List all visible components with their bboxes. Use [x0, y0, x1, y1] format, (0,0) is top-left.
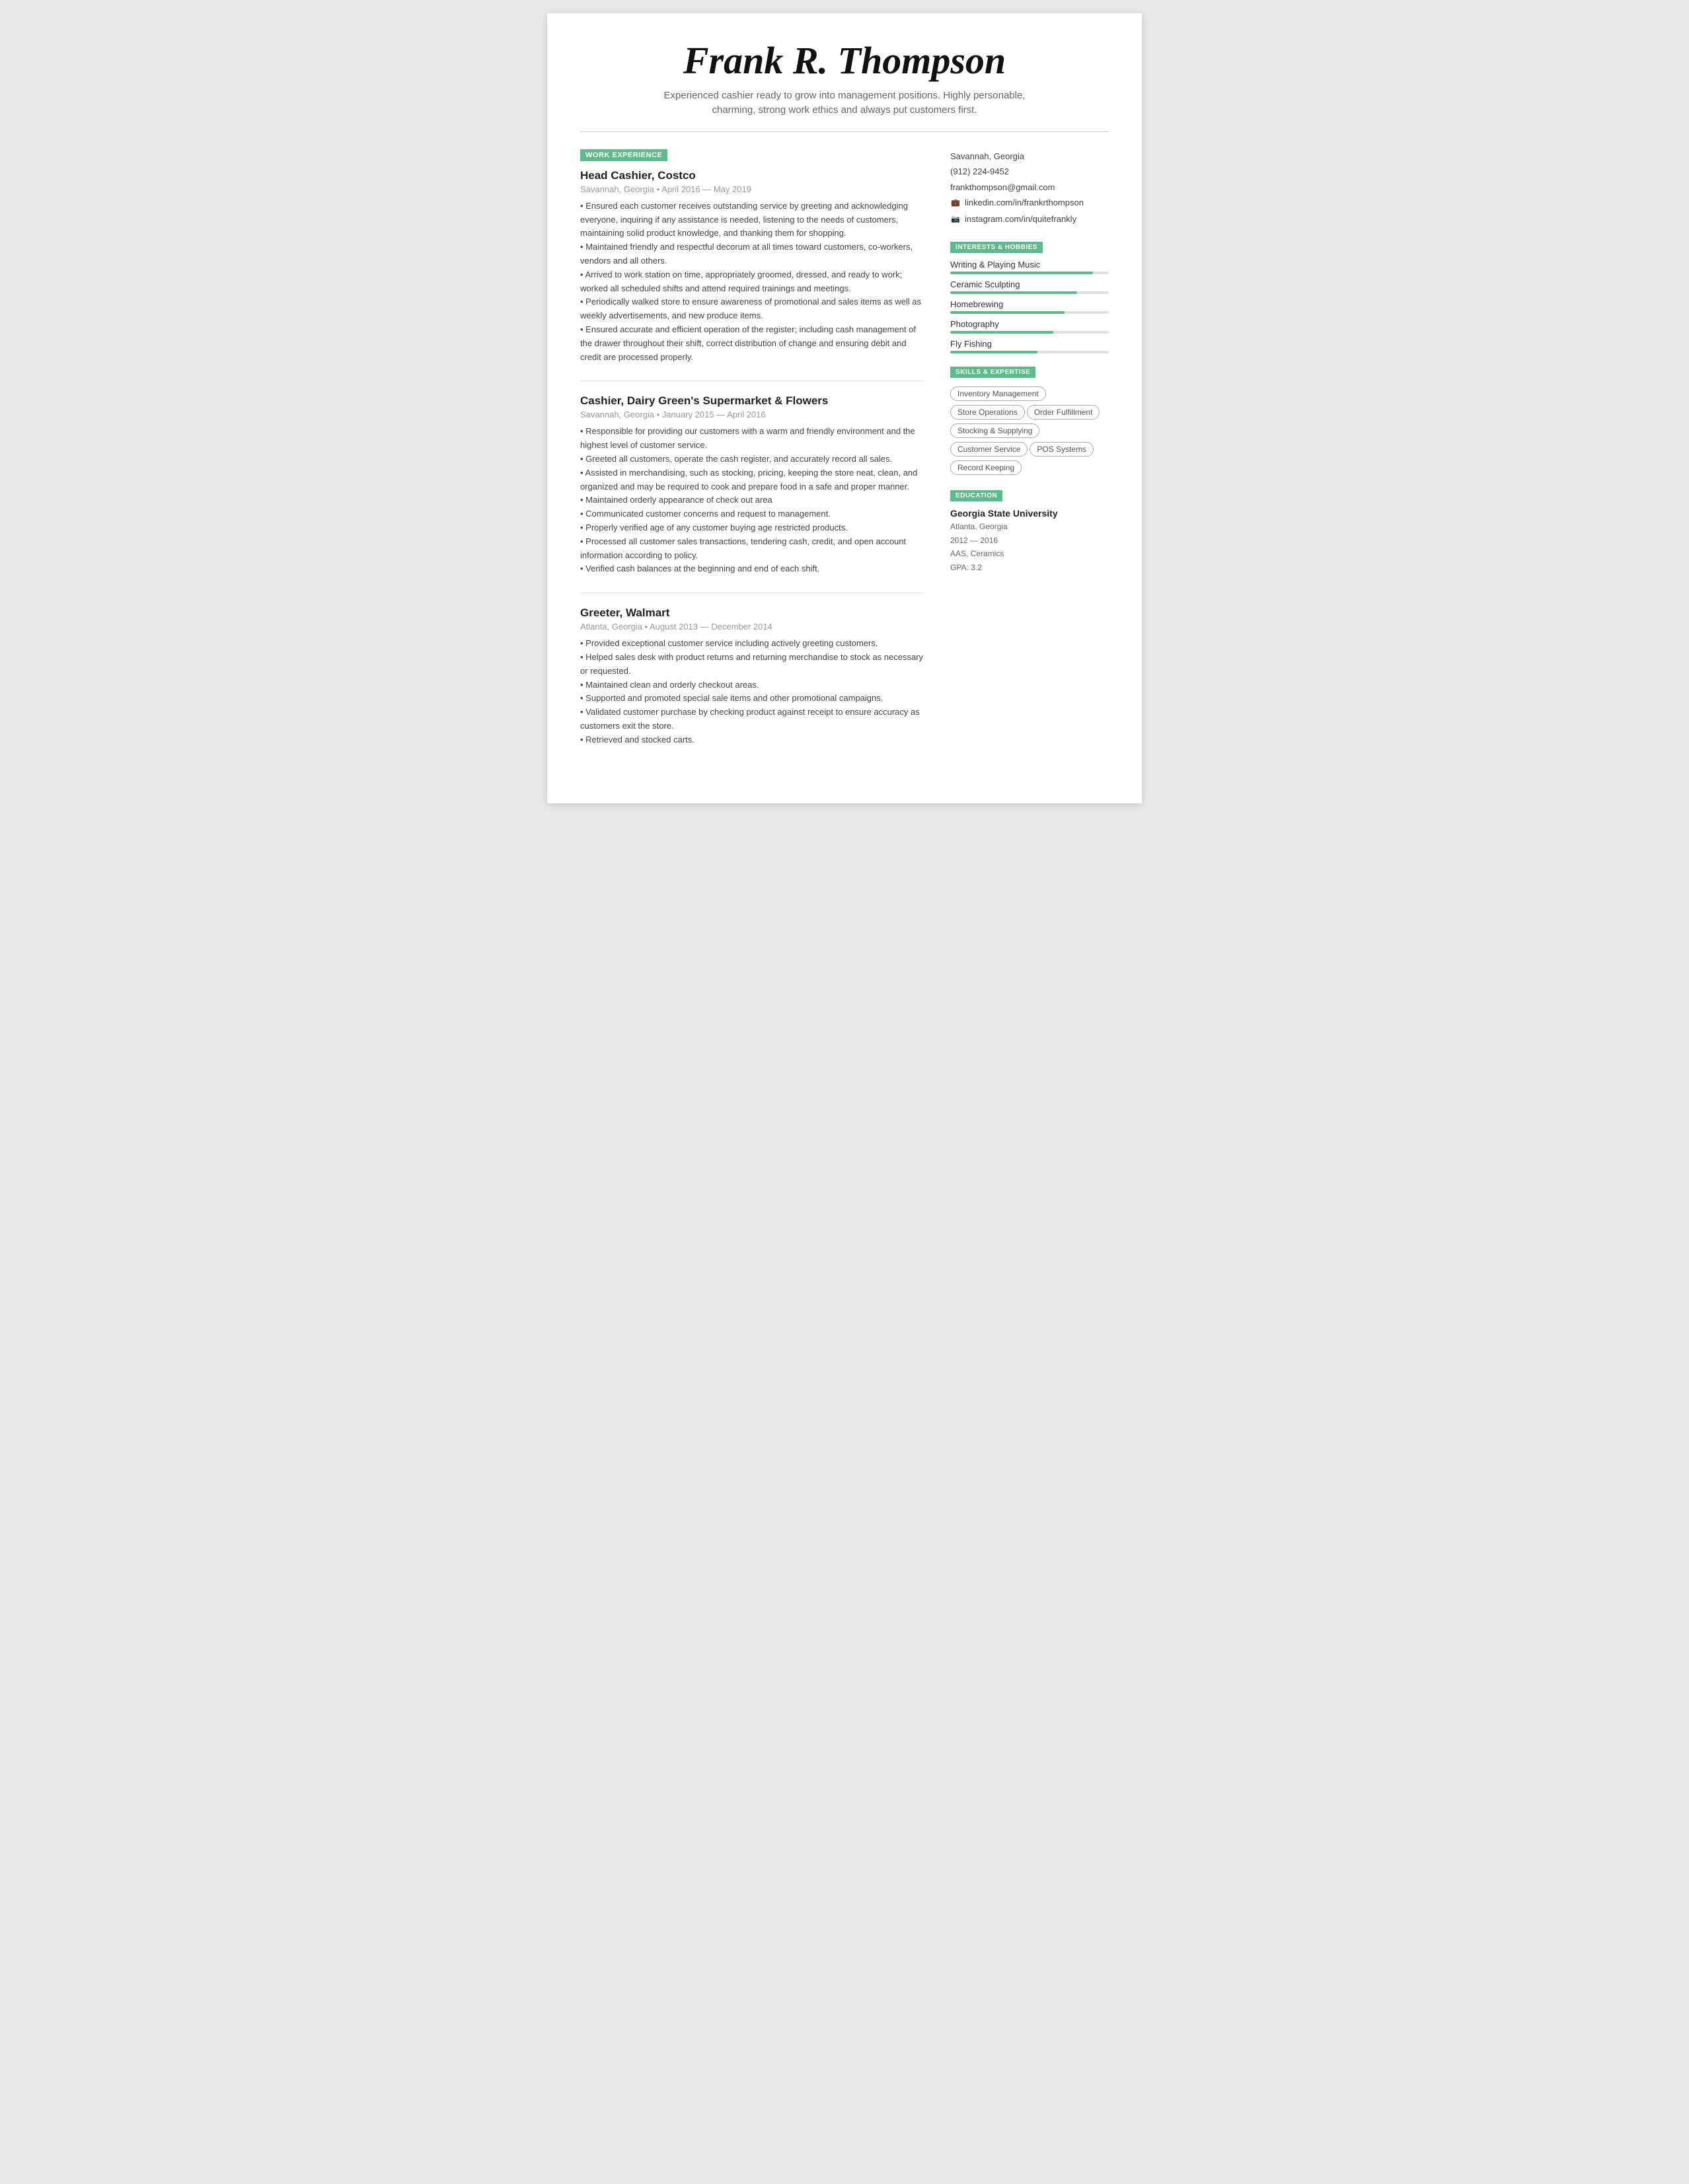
interest-bar-fill [950, 291, 1077, 294]
edu-school: Georgia State University [950, 508, 1109, 519]
job-item: Greeter, Walmart Atlanta, Georgia • Augu… [580, 606, 924, 763]
job-location-date: Atlanta, Georgia • August 2013 — Decembe… [580, 622, 924, 632]
education-label: EDUCATION [950, 490, 1002, 501]
interest-item: Photography [950, 319, 1109, 334]
skill-tag: Order Fulfillment [1027, 405, 1100, 419]
bullet: • Validated customer purchase by checkin… [580, 706, 924, 733]
job-item: Cashier, Dairy Green's Supermarket & Flo… [580, 394, 924, 593]
interests-list: Writing & Playing Music Ceramic Sculptin… [950, 260, 1109, 353]
interest-bar-bg [950, 351, 1109, 353]
linkedin-url: linkedin.com/in/frankrthompson [965, 195, 1084, 211]
bullet: • Arrived to work station on time, appro… [580, 268, 924, 296]
bullet: • Verified cash balances at the beginnin… [580, 562, 924, 576]
sidebar-column: Savannah, Georgia (912) 224-9452 frankth… [950, 149, 1109, 777]
interests-section: INTERESTS & HOBBIES Writing & Playing Mu… [950, 240, 1109, 353]
bullet: • Retrieved and stocked carts. [580, 733, 924, 747]
skills-label: SKILLS & EXPERTISE [950, 367, 1035, 378]
bullet: • Ensured each customer receives outstan… [580, 200, 924, 240]
bullet: • Maintained orderly appearance of check… [580, 493, 924, 507]
job-bullets: • Ensured each customer receives outstan… [580, 200, 924, 365]
interest-bar-bg [950, 272, 1109, 274]
edu-dates: 2012 — 2016 [950, 534, 1109, 547]
main-column: WORK EXPERIENCE Head Cashier, Costco Sav… [580, 149, 924, 777]
skill-tag: Stocking & Supplying [950, 423, 1039, 438]
skill-tag: Inventory Management [950, 386, 1046, 401]
linkedin-icon: 💼 [950, 198, 961, 208]
bullet: • Provided exceptional customer service … [580, 637, 924, 651]
bullet: • Responsible for providing our customer… [580, 425, 924, 453]
job-bullets: • Provided exceptional customer service … [580, 637, 924, 746]
contact-phone: (912) 224-9452 [950, 164, 1109, 179]
skills-section: SKILLS & EXPERTISE Inventory Management S… [950, 365, 1109, 477]
bullet: • Maintained friendly and respectful dec… [580, 240, 924, 268]
candidate-tagline: Experienced cashier ready to grow into m… [646, 89, 1043, 118]
skill-tag: Record Keeping [950, 460, 1022, 475]
contact-email: frankthompson@gmail.com [950, 180, 1109, 195]
interest-name: Photography [950, 319, 1109, 329]
instagram-url: instagram.com/in/quitefrankly [965, 211, 1076, 228]
bullet: • Processed all customer sales transacti… [580, 535, 924, 563]
candidate-name: Frank R. Thompson [580, 40, 1109, 82]
interest-item: Ceramic Sculpting [950, 279, 1109, 294]
job-location-date: Savannah, Georgia • April 2016 — May 201… [580, 184, 924, 194]
bullet: • Helped sales desk with product returns… [580, 651, 924, 678]
skill-tag: Store Operations [950, 405, 1025, 419]
interest-item: Fly Fishing [950, 339, 1109, 353]
bullet: • Maintained clean and orderly checkout … [580, 678, 924, 692]
job-title: Cashier, Dairy Green's Supermarket & Flo… [580, 394, 924, 408]
bullet: • Properly verified age of any customer … [580, 521, 924, 535]
job-bullets: • Responsible for providing our customer… [580, 425, 924, 576]
edu-degree: AAS, Ceramics [950, 547, 1109, 560]
interest-name: Ceramic Sculpting [950, 279, 1109, 289]
interest-bar-bg [950, 291, 1109, 294]
bullet: • Greeted all customers, operate the cas… [580, 453, 924, 466]
interests-label: INTERESTS & HOBBIES [950, 242, 1043, 253]
edu-gpa: GPA: 3.2 [950, 561, 1109, 574]
contact-location: Savannah, Georgia [950, 149, 1109, 164]
bullet: • Communicated customer concerns and req… [580, 507, 924, 521]
job-title: Head Cashier, Costco [580, 169, 924, 182]
skill-tag: POS Systems [1030, 442, 1094, 456]
instagram-icon: 📷 [950, 214, 961, 225]
interest-bar-fill [950, 351, 1037, 353]
resume-container: Frank R. Thompson Experienced cashier re… [547, 13, 1142, 803]
interest-bar-fill [950, 311, 1065, 314]
job-item: Head Cashier, Costco Savannah, Georgia •… [580, 169, 924, 382]
edu-location: Atlanta, Georgia [950, 520, 1109, 533]
contact-block: Savannah, Georgia (912) 224-9452 frankth… [950, 149, 1109, 228]
interest-name: Fly Fishing [950, 339, 1109, 349]
interest-bar-bg [950, 311, 1109, 314]
contact-linkedin: 💼 linkedin.com/in/frankrthompson [950, 195, 1109, 211]
body-layout: WORK EXPERIENCE Head Cashier, Costco Sav… [580, 149, 1109, 777]
interest-bar-fill [950, 272, 1093, 274]
interest-bar-bg [950, 331, 1109, 334]
interest-name: Writing & Playing Music [950, 260, 1109, 270]
job-location-date: Savannah, Georgia • January 2015 — April… [580, 410, 924, 419]
interest-bar-fill [950, 331, 1053, 334]
header-section: Frank R. Thompson Experienced cashier re… [580, 40, 1109, 132]
interest-item: Homebrewing [950, 299, 1109, 314]
bullet: • Periodically walked store to ensure aw… [580, 295, 924, 323]
education-section: EDUCATION Georgia State University Atlan… [950, 489, 1109, 574]
bullet: • Ensured accurate and efficient operati… [580, 323, 924, 364]
skills-list: Inventory Management Store OperationsOrde… [950, 384, 1109, 477]
interest-name: Homebrewing [950, 299, 1109, 309]
skill-tag: Customer Service [950, 442, 1028, 456]
bullet: • Assisted in merchandising, such as sto… [580, 466, 924, 494]
contact-instagram: 📷 instagram.com/in/quitefrankly [950, 211, 1109, 228]
bullet: • Supported and promoted special sale it… [580, 692, 924, 706]
work-experience-label: WORK EXPERIENCE [580, 149, 667, 161]
interest-item: Writing & Playing Music [950, 260, 1109, 274]
job-title: Greeter, Walmart [580, 606, 924, 620]
